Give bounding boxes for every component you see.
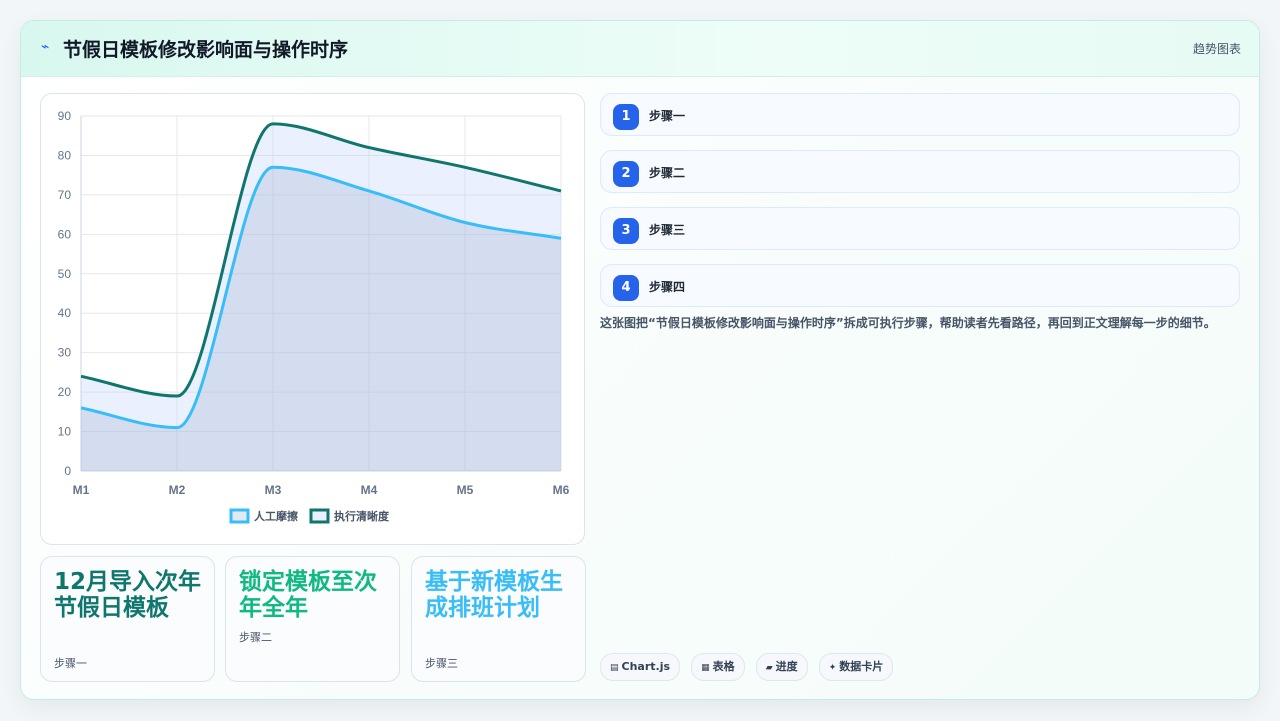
x-tick-label: M6 <box>553 483 570 497</box>
kpi-subtitle: 步骤一 <box>54 657 87 670</box>
y-tick-label: 40 <box>58 306 72 320</box>
kpi-card: 锁定模板至次年全年 步骤二 <box>225 556 400 682</box>
y-tick-label: 60 <box>58 227 72 241</box>
y-tick-label: 80 <box>58 148 72 162</box>
chart-icon: ▤ <box>610 663 619 673</box>
page-title: 节假日模板修改影响面与操作时序 <box>63 39 349 61</box>
kpi-subtitle: 步骤三 <box>425 657 458 670</box>
y-tick-label: 90 <box>58 109 72 123</box>
y-tick-label: 30 <box>58 346 72 360</box>
x-tick-label: M4 <box>361 483 378 497</box>
kpi-subtitle: 步骤二 <box>239 631 272 644</box>
kpi-card: 12月导入次年节假日模板 步骤一 <box>40 556 215 682</box>
y-tick-label: 10 <box>58 425 72 439</box>
chip-progress[interactable]: ▰ 进度 <box>755 653 808 681</box>
chip-label: 进度 <box>775 660 798 673</box>
progress-icon: ▰ <box>765 663 773 673</box>
step-item: 4 步骤四 <box>600 264 1240 307</box>
legend-label: 人工摩擦 <box>254 509 298 523</box>
feature-chips: ▤ Chart.js ▦ 表格 ▰ 进度 ✦ 数据卡片 <box>600 653 899 681</box>
chart-panel: 0 10 20 30 40 50 60 70 80 90 M1 M2 M3 M4 M5 M6 人工摩擦 执行清晰度 <box>40 93 585 545</box>
chip-label: Chart.js <box>621 660 671 673</box>
step-item: 1 步骤一 <box>600 93 1240 136</box>
chip-chartjs[interactable]: ▤ Chart.js <box>600 653 681 681</box>
chip-label: 表格 <box>712 660 735 673</box>
trend-chart: 0 10 20 30 40 50 60 70 80 90 M1 M2 M3 M4 M5 M6 人工摩擦 执行清晰度 <box>58 109 570 524</box>
x-tick-label: M3 <box>265 483 282 497</box>
legend-swatch <box>309 508 330 524</box>
step-number-badge: 2 <box>613 161 639 187</box>
step-list: 1 步骤一 2 步骤二 3 步骤三 4 步骤四 <box>600 93 1240 321</box>
step-item: 2 步骤二 <box>600 150 1240 193</box>
kpi-value: 基于新模板生成排班计划 <box>425 569 563 621</box>
kpi-value: 锁定模板至次年全年 <box>239 569 377 621</box>
chip-label: 数据卡片 <box>839 660 884 673</box>
x-tick-label: M1 <box>73 483 90 497</box>
y-tick-label: 20 <box>58 385 72 399</box>
chip-table[interactable]: ▦ 表格 <box>691 653 745 681</box>
step-number-badge: 3 <box>613 218 639 244</box>
x-tick-label: M5 <box>457 483 474 497</box>
sparkle-icon: ✦ <box>828 663 837 673</box>
kpi-value: 12月导入次年节假日模板 <box>54 569 202 621</box>
legend-swatch <box>229 508 250 524</box>
step-label: 步骤二 <box>649 166 686 180</box>
step-label: 步骤一 <box>649 109 686 123</box>
y-tick-label: 70 <box>58 188 72 202</box>
kpi-card: 基于新模板生成排班计划 步骤三 <box>411 556 586 682</box>
x-tick-label: M2 <box>169 483 186 497</box>
chart-description: 这张图把“节假日模板修改影响面与操作时序”拆成可执行步骤，帮助读者先看路径，再回… <box>600 316 1216 330</box>
y-tick-label: 0 <box>64 464 71 478</box>
chart-type-tag: 趋势图表 <box>1192 42 1241 56</box>
bolt-icon: ⌁ <box>41 39 50 55</box>
step-number-badge: 1 <box>613 104 639 130</box>
main-card: ⌁ 节假日模板修改影响面与操作时序 趋势图表 0 10 20 30 40 50 60 70 80… <box>20 20 1260 700</box>
step-number-badge: 4 <box>613 275 639 301</box>
y-tick-label: 50 <box>58 267 72 281</box>
chip-data-card[interactable]: ✦ 数据卡片 <box>818 653 894 681</box>
step-label: 步骤四 <box>649 280 686 294</box>
step-label: 步骤三 <box>649 223 686 237</box>
legend-label: 执行清晰度 <box>334 509 390 523</box>
table-icon: ▦ <box>701 663 710 673</box>
card-header: ⌁ 节假日模板修改影响面与操作时序 趋势图表 <box>21 21 1259 77</box>
step-item: 3 步骤三 <box>600 207 1240 250</box>
